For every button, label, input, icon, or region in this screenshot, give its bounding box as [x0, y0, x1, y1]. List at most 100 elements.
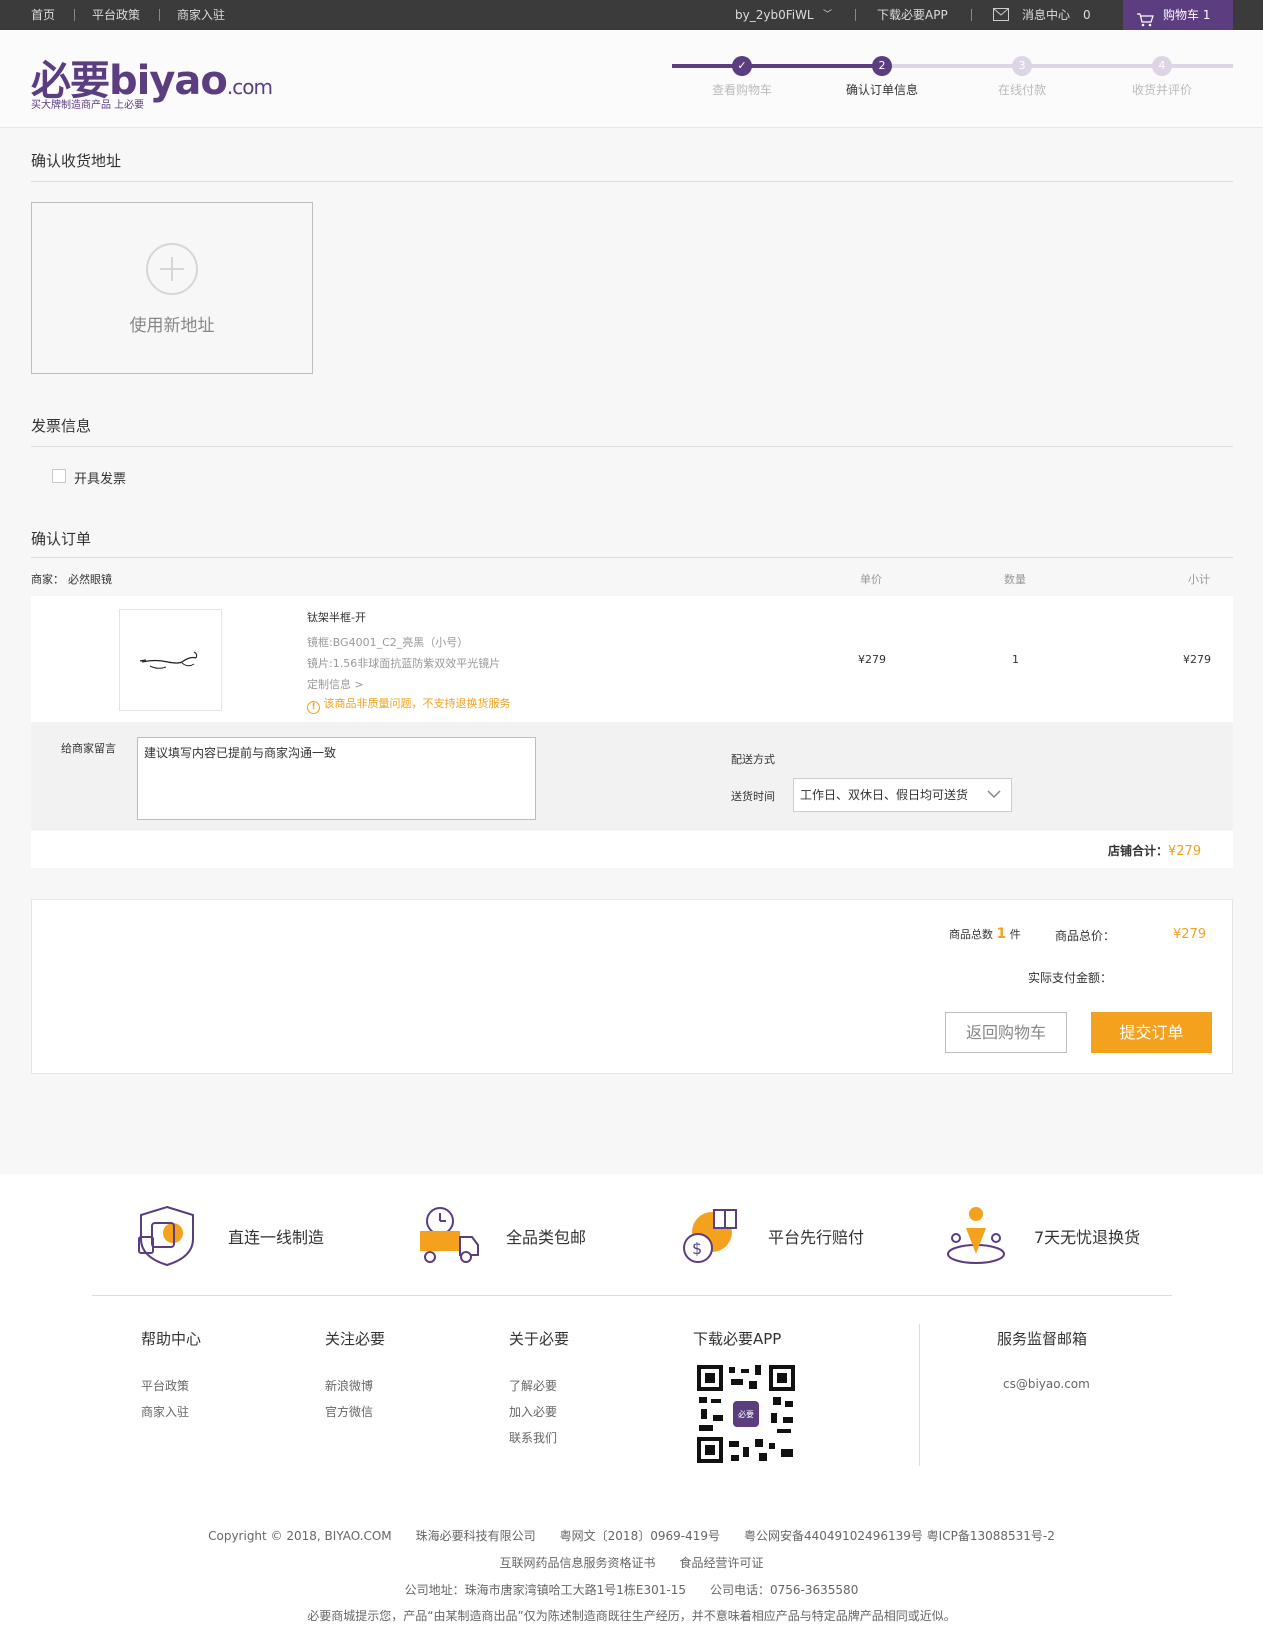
nav-policy-link[interactable]: 平台政策 [92, 0, 140, 30]
download-app-link[interactable]: 下载必要APP [877, 0, 948, 30]
product-subtotal: ¥279 [1183, 653, 1211, 666]
top-bar: 首页 平台政策 商家入驻 by_2yb0FiWL ﹀ 下载必要APP 消息中心 … [0, 0, 1263, 30]
submit-order-button[interactable]: 提交订单 [1091, 1012, 1212, 1053]
message-textarea[interactable]: 建议填写内容已提前与商家沟通一致 [137, 737, 536, 820]
divider [31, 446, 1233, 447]
product-price: ¥279 [858, 653, 886, 666]
item-count-suffix: 件 [1009, 928, 1021, 941]
progress-track-done [672, 64, 882, 68]
total-price-value: ¥279 [1173, 927, 1207, 942]
invoice-checkbox[interactable] [52, 469, 66, 483]
factory-shield-icon [137, 1205, 197, 1270]
step-1-check-icon: ✓ [732, 56, 752, 76]
col-header-qty: 数量 [1004, 573, 1026, 586]
chevron-down-icon [987, 779, 1001, 821]
step-1-label: 查看购物车 [711, 83, 772, 97]
delivery-time-value: 工作日、双休日、假日均可送货 [800, 788, 969, 802]
warning-icon: ! [307, 701, 320, 714]
address-section-title: 确认收货地址 [31, 152, 122, 170]
help-center-title: 帮助中心 [141, 1330, 202, 1348]
feature-returns-label: 7天无忧退换货 [1034, 1228, 1141, 1247]
step-3-label: 在线付款 [997, 83, 1046, 97]
footer-link-join[interactable]: 加入必要 [509, 1403, 557, 1420]
divider [74, 9, 75, 21]
qr-badge-label: 必要 [738, 1410, 754, 1419]
back-to-cart-button[interactable]: 返回购物车 [945, 1012, 1067, 1053]
store-total-label: 店铺合计： [1108, 844, 1169, 858]
return-warning-text: 该商品非质量问题，不支持退换货服务 [323, 697, 511, 710]
download-app-title: 下载必要APP [693, 1330, 782, 1348]
feature-compensation-label: 平台先行赔付 [768, 1228, 865, 1247]
service-mail-title: 服务监督邮箱 [997, 1330, 1088, 1348]
divider [31, 557, 1233, 558]
step-2-number: 2 [872, 56, 892, 76]
footer-link-merchant[interactable]: 商家入驻 [141, 1403, 189, 1420]
address-line: 公司地址：珠海市唐家湾镇哈工大路1号1栋E301-15 公司电话：0756-36… [404, 1583, 859, 1597]
total-price-label: 商品总价： [1055, 929, 1116, 943]
item-count: 商品总数 1 件 [949, 926, 1021, 942]
footer-link-contact[interactable]: 联系我们 [509, 1429, 557, 1446]
item-count-value: 1 [996, 926, 1007, 942]
footer-link-policy[interactable]: 平台政策 [141, 1377, 189, 1394]
divider [159, 9, 160, 21]
footer-link-about[interactable]: 了解必要 [509, 1377, 557, 1394]
product-spec-frame: 镜框:BG4001_C2_亮黑（小号） [307, 636, 469, 649]
invoice-section-title: 发票信息 [31, 417, 92, 435]
footer-link-weibo[interactable]: 新浪微博 [325, 1377, 373, 1394]
order-section-title: 确认订单 [31, 530, 92, 548]
divider [919, 1324, 920, 1466]
username-menu[interactable]: by_2yb0FiWL [735, 0, 814, 30]
message-label: 给商家留言 [61, 742, 116, 755]
return-warning: ! 该商品非质量问题，不支持退换货服务 [307, 695, 511, 714]
return-location-icon [944, 1202, 1008, 1269]
divider [855, 9, 856, 21]
item-count-prefix: 商品总数 [949, 928, 993, 941]
glasses-image [139, 651, 198, 669]
invoice-checkbox-label[interactable]: 开具发票 [74, 468, 126, 487]
chevron-down-icon[interactable]: ﹀ [823, 0, 832, 30]
compensation-coin-icon: $ [678, 1204, 740, 1269]
about-title: 关于必要 [509, 1330, 570, 1348]
delivery-time-label: 送货时间 [731, 790, 775, 803]
merchant-prefix: 商家： [31, 573, 64, 586]
divider [971, 9, 972, 21]
service-email-link[interactable]: cs@biyao.com [1003, 1377, 1090, 1391]
logo-suffix: .com [226, 75, 273, 99]
message-count: 0 [1083, 8, 1091, 22]
disclaimer-line: 必要商城提示您，产品“由某制造商出品”仅为陈述制造商既往生产经历，并不意味着相应… [307, 1609, 956, 1623]
feature-free-shipping-label: 全品类包邮 [506, 1228, 587, 1247]
nav-merchant-link[interactable]: 商家入驻 [177, 0, 225, 30]
delivery-time-select[interactable]: 工作日、双休日、假日均可送货 [793, 778, 1012, 812]
license-line: 互联网药品信息服务资格证书 食品经营许可证 [499, 1556, 764, 1570]
delivery-truck-icon [416, 1203, 480, 1268]
footer-link-wechat[interactable]: 官方微信 [325, 1403, 373, 1420]
new-address-label: 使用新地址 [129, 316, 215, 336]
logo-slogan: 买大牌制造商产品 上必要 [31, 100, 145, 111]
plus-icon [146, 243, 198, 295]
svg-text:$: $ [692, 1239, 702, 1258]
product-name[interactable]: 钛架半框-开 [307, 609, 366, 625]
follow-us-title: 关注必要 [325, 1330, 386, 1348]
store-total: 店铺合计：¥279 [1108, 842, 1201, 859]
qr-code: 必要 [697, 1365, 795, 1463]
nav-home-link[interactable]: 首页 [31, 0, 55, 30]
new-address-card[interactable]: 使用新地址 [31, 202, 313, 374]
progress-track-todo [882, 64, 1233, 68]
merchant-info: 商家： 必然眼镜 [31, 571, 112, 587]
col-header-subtotal: 小计 [1188, 573, 1210, 586]
product-image[interactable] [119, 609, 222, 711]
merchant-name[interactable]: 必然眼镜 [68, 573, 112, 586]
copyright-line: Copyright © 2018, BIYAO.COM 珠海必要科技有限公司 粤… [208, 1529, 1055, 1543]
divider [31, 181, 1233, 182]
custom-info-link[interactable]: 定制信息 > [307, 676, 364, 692]
step-4-label: 收货并评价 [1131, 83, 1192, 97]
step-2-label: 确认订单信息 [845, 83, 918, 97]
mail-icon[interactable] [993, 8, 1009, 24]
step-4-number: 4 [1152, 56, 1172, 76]
message-center-link[interactable]: 消息中心 [1022, 0, 1070, 30]
product-spec-lens: 镜片:1.56非球面抗蓝防紫双效平光镜片 [307, 657, 501, 670]
store-total-value: ¥279 [1168, 844, 1202, 859]
cart-label: 购物车 1 [1163, 8, 1211, 22]
cart-button[interactable]: 购物车 1 [1123, 0, 1233, 30]
pay-amount-label: 实际支付金额： [1028, 971, 1113, 985]
